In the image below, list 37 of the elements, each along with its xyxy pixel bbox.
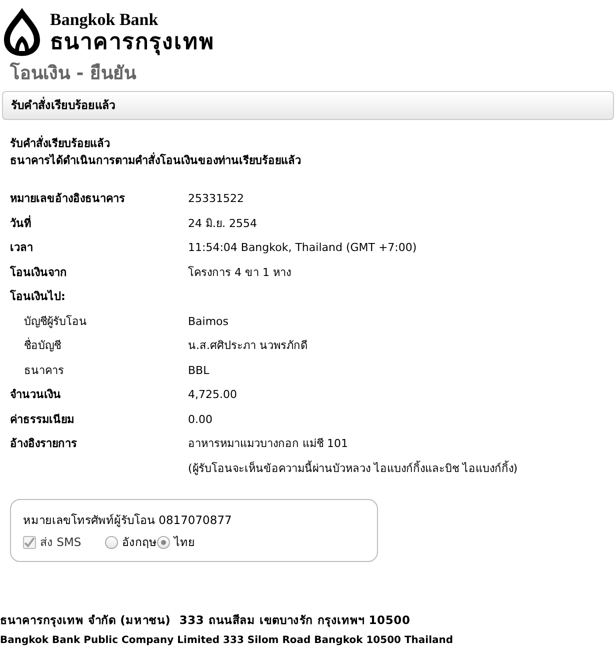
language-radio[interactable] — [105, 536, 118, 549]
field-label: ค่าธรรมเนียม — [10, 412, 75, 428]
footer-address: Bangkok Bank Public Company Limited 333 Silom Road Bangkok 10500 Thailand — [0, 634, 454, 648]
field-label: โอนเงินไป: — [10, 289, 66, 306]
field-value: (ผู้รับโอนจะเห็นข้อความนี้ผ่านบัวหลวง ไอแบงก์กิ้งและบิช ไอแบงก์กิ้ง) — [188, 460, 518, 477]
field-value: 0.00 — [188, 412, 212, 428]
field-label: เวลา — [10, 240, 34, 256]
checkbox-label: ส่ง SMS — [40, 534, 82, 550]
field-label: จำนวนเงิน — [10, 387, 62, 404]
field-value: 11:54:04 Bangkok, Thailand (GMT +7:00) — [188, 240, 417, 256]
field-label: วันที่ — [10, 216, 32, 232]
message-text: รับคำสั่งเรียบร้อยแล้ว — [10, 136, 111, 152]
field-label: ธนาคาร — [23, 362, 65, 379]
message-text: ธนาคารได้ดำเนินการตามคำสั่งโอนเงินของท่านเรียบร้อยแล้ว — [10, 152, 302, 169]
field-label: หมายเลขอ้างอิงธนาคาร — [10, 191, 126, 208]
field-value: 24 มิ.ย. 2554 — [188, 216, 257, 232]
field-value: อาหารหมาแมวบางกอก แม่ชี 101 — [188, 436, 349, 452]
field-value: Baimos — [188, 314, 229, 330]
logo-text: ธนาคารกรุงเทพ — [50, 32, 215, 54]
page-title: โอนเงิน - ยืนยัน — [10, 61, 138, 86]
phone-number-text: หมายเลขโทรศัพท์ผู้รับโอน 0817070877 — [23, 512, 233, 530]
radio-label: อังกฤษ — [122, 534, 158, 550]
field-value: BBL — [188, 362, 210, 379]
field-label: ชื่อบัญชี — [23, 338, 62, 354]
language-radio[interactable] — [157, 536, 170, 549]
radio-label: ไทย — [174, 534, 196, 550]
panel-header: รับคำสั่งเรียบร้อยแล้ว — [2, 91, 614, 120]
field-value: น.ส.ศศิประภา นวพรภักดี — [188, 338, 308, 354]
leaf-logo-icon — [2, 6, 42, 58]
field-value: โครงการ 4 ขา 1 หาง — [188, 264, 291, 281]
field-label: บัญชีผู้รับโอน — [23, 314, 88, 330]
field-value: 25331522 — [188, 191, 244, 208]
logo-text: Bangkok Bank — [50, 10, 160, 28]
field-value: 4,725.00 — [188, 387, 237, 404]
field-label: อ้างอิงรายการ — [10, 436, 78, 452]
field-label: โอนเงินจาก — [10, 264, 68, 281]
footer-address: ธนาคารกรุงเทพ จำกัด (มหาชน) 333 ถนนสีลม เขตบางรัก กรุงเทพฯ 10500 — [0, 612, 412, 629]
